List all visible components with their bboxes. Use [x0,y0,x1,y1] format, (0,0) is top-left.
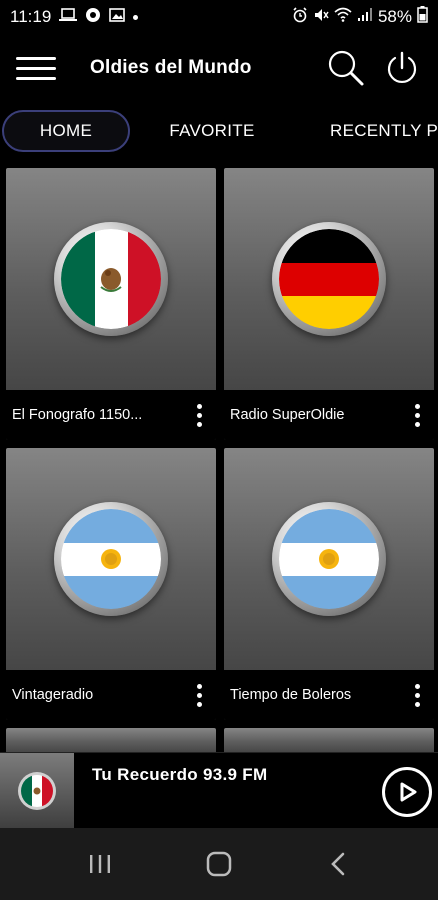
station-name: El Fonografo 1150... [12,407,143,423]
station-caption: Radio SuperOldie [224,390,434,440]
station-card[interactable]: Vintageradio [6,448,216,720]
system-nav-bar [0,828,438,900]
status-left: 11:19 [10,7,139,28]
station-caption: Tiempo de Boleros [224,670,434,720]
station-card[interactable]: Radio SuperOldie [224,168,434,440]
dot-icon [133,14,139,20]
station-caption: Vintageradio [6,670,216,720]
more-options-icon[interactable] [406,680,428,710]
now-playing-title: Tu Recuerdo 93.9 FM [92,765,268,784]
alarm-icon [292,6,308,28]
battery-icon [417,6,428,28]
status-bar: 11:19 58% [0,0,438,34]
laptop-icon [59,7,78,27]
search-icon[interactable] [318,34,374,102]
menu-icon[interactable] [0,34,72,102]
signal-icon [357,7,373,27]
mexico-flag-icon [54,222,168,336]
now-playing-thumbnail[interactable] [0,753,74,829]
mute-icon [313,7,329,28]
mexico-flag-icon [18,772,56,810]
tab-recently-played[interactable]: RECENTLY P [318,110,438,152]
play-icon[interactable] [382,767,432,817]
station-card[interactable]: Tiempo de Boleros [224,448,434,720]
station-thumbnail[interactable] [224,168,434,390]
tab-favorite[interactable]: FAVORITE [150,110,274,152]
image-icon [109,7,126,27]
back-icon[interactable] [308,839,368,889]
power-icon[interactable] [374,34,430,102]
argentina-flag-icon [54,502,168,616]
status-battery: 58% [377,7,412,26]
station-thumbnail[interactable] [6,168,216,390]
station-name: Tiempo de Boleros [230,687,352,703]
now-playing-bar[interactable]: Tu Recuerdo 93.9 FM [0,752,438,829]
station-card[interactable]: El Fonografo 1150... [6,168,216,440]
station-grid: El Fonografo 1150... Radio SuperOldie Vi… [0,162,438,752]
more-options-icon[interactable] [406,400,428,430]
app-bar: Oldies del Mundo [0,34,438,102]
station-card-partial[interactable] [224,728,434,752]
station-thumbnail[interactable] [6,448,216,670]
status-right: 58% [292,6,428,28]
more-options-icon[interactable] [188,680,210,710]
app-notification-icon [85,7,101,28]
station-card-partial[interactable] [6,728,216,752]
tab-bar: HOME FAVORITE RECENTLY P [0,102,438,162]
argentina-flag-icon [272,502,386,616]
app-title: Oldies del Mundo [90,57,252,78]
more-options-icon[interactable] [188,400,210,430]
germany-flag-icon [272,222,386,336]
station-name: Vintageradio [12,687,94,703]
home-icon[interactable] [189,839,249,889]
recents-icon[interactable] [70,839,130,889]
tab-home[interactable]: HOME [2,110,130,152]
wifi-icon [334,7,352,27]
station-name: Radio SuperOldie [230,407,345,423]
station-thumbnail[interactable] [224,448,434,670]
status-time: 11:19 [10,7,52,26]
station-caption: El Fonografo 1150... [6,390,216,440]
